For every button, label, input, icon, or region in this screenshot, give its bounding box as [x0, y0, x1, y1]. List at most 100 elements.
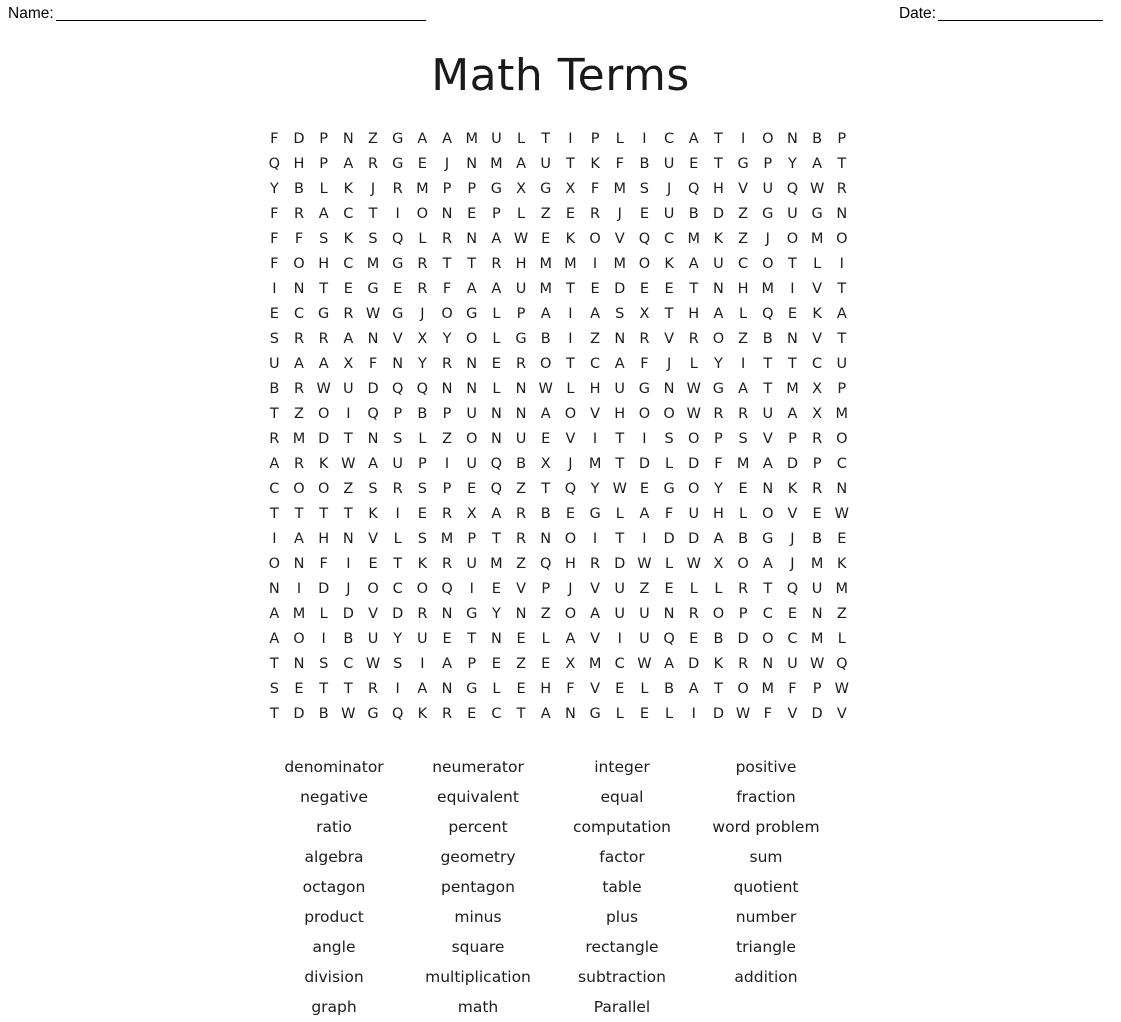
grid-letter[interactable]: I	[558, 127, 583, 152]
grid-letter[interactable]: C	[657, 227, 682, 252]
grid-letter[interactable]: E	[287, 677, 312, 702]
grid-letter[interactable]: E	[459, 202, 484, 227]
grid-letter[interactable]: V	[755, 427, 780, 452]
grid-letter[interactable]: T	[262, 702, 287, 727]
grid-letter[interactable]: E	[632, 702, 657, 727]
grid-letter[interactable]: T	[385, 552, 410, 577]
grid-letter[interactable]: M	[755, 277, 780, 302]
grid-letter[interactable]: U	[410, 627, 435, 652]
grid-letter[interactable]: Q	[262, 152, 287, 177]
grid-letter[interactable]: A	[583, 302, 608, 327]
grid-letter[interactable]: D	[607, 277, 632, 302]
grid-letter[interactable]: J	[361, 177, 386, 202]
grid-letter[interactable]: R	[385, 477, 410, 502]
grid-letter[interactable]: R	[681, 602, 706, 627]
grid-letter[interactable]: L	[509, 202, 534, 227]
grid-letter[interactable]: A	[262, 602, 287, 627]
grid-letter[interactable]: E	[632, 477, 657, 502]
grid-letter[interactable]: N	[509, 602, 534, 627]
grid-letter[interactable]: U	[657, 202, 682, 227]
grid-letter[interactable]: L	[657, 702, 682, 727]
grid-letter[interactable]: S	[385, 652, 410, 677]
grid-letter[interactable]: H	[706, 177, 731, 202]
grid-letter[interactable]: A	[681, 252, 706, 277]
grid-letter[interactable]: A	[632, 502, 657, 527]
grid-letter[interactable]: F	[583, 177, 608, 202]
grid-letter[interactable]: P	[435, 477, 460, 502]
grid-letter[interactable]: T	[829, 327, 854, 352]
grid-letter[interactable]: B	[805, 127, 830, 152]
grid-letter[interactable]: Z	[336, 477, 361, 502]
grid-letter[interactable]: L	[607, 502, 632, 527]
grid-letter[interactable]: A	[583, 602, 608, 627]
grid-letter[interactable]: U	[780, 652, 805, 677]
grid-letter[interactable]: W	[681, 377, 706, 402]
word-bank-item[interactable]: table	[550, 872, 694, 902]
grid-letter[interactable]: H	[607, 402, 632, 427]
grid-letter[interactable]: X	[632, 302, 657, 327]
grid-letter[interactable]: X	[336, 352, 361, 377]
grid-letter[interactable]: L	[533, 627, 558, 652]
grid-letter[interactable]: D	[681, 652, 706, 677]
grid-letter[interactable]: Q	[533, 552, 558, 577]
grid-letter[interactable]: U	[755, 402, 780, 427]
grid-letter[interactable]: U	[706, 252, 731, 277]
grid-letter[interactable]: G	[583, 702, 608, 727]
grid-letter[interactable]: O	[681, 427, 706, 452]
grid-letter[interactable]: P	[311, 127, 336, 152]
grid-letter[interactable]: X	[558, 652, 583, 677]
grid-letter[interactable]: O	[311, 477, 336, 502]
grid-letter[interactable]: O	[755, 627, 780, 652]
date-write-line[interactable]: ____________________	[938, 5, 1113, 23]
grid-letter[interactable]: K	[657, 252, 682, 277]
grid-letter[interactable]: S	[632, 177, 657, 202]
grid-letter[interactable]: A	[262, 452, 287, 477]
grid-letter[interactable]: I	[385, 677, 410, 702]
grid-letter[interactable]: O	[706, 602, 731, 627]
grid-letter[interactable]: G	[361, 277, 386, 302]
grid-letter[interactable]: W	[632, 652, 657, 677]
grid-letter[interactable]: E	[657, 577, 682, 602]
grid-letter[interactable]: T	[607, 427, 632, 452]
grid-letter[interactable]: R	[583, 552, 608, 577]
word-bank-item[interactable]: integer	[550, 752, 694, 782]
grid-letter[interactable]: G	[632, 377, 657, 402]
grid-letter[interactable]: E	[533, 427, 558, 452]
grid-letter[interactable]: W	[509, 227, 534, 252]
grid-letter[interactable]: R	[287, 202, 312, 227]
grid-letter[interactable]: W	[533, 377, 558, 402]
grid-letter[interactable]: I	[632, 427, 657, 452]
grid-letter[interactable]: T	[607, 452, 632, 477]
grid-letter[interactable]: G	[311, 302, 336, 327]
grid-letter[interactable]: S	[361, 227, 386, 252]
grid-letter[interactable]: Y	[583, 477, 608, 502]
word-bank-item[interactable]: quotient	[694, 872, 838, 902]
grid-letter[interactable]: A	[435, 127, 460, 152]
grid-letter[interactable]: M	[533, 277, 558, 302]
grid-letter[interactable]: I	[583, 252, 608, 277]
grid-letter[interactable]: Z	[509, 552, 534, 577]
grid-letter[interactable]: Q	[361, 402, 386, 427]
grid-letter[interactable]: I	[262, 277, 287, 302]
grid-letter[interactable]: C	[336, 652, 361, 677]
grid-letter[interactable]: M	[731, 452, 756, 477]
grid-letter[interactable]: J	[780, 527, 805, 552]
grid-letter[interactable]: E	[459, 477, 484, 502]
grid-letter[interactable]: Q	[385, 377, 410, 402]
grid-letter[interactable]: M	[607, 252, 632, 277]
grid-letter[interactable]: W	[311, 377, 336, 402]
grid-letter[interactable]: I	[435, 452, 460, 477]
grid-letter[interactable]: O	[435, 302, 460, 327]
grid-letter[interactable]: Q	[558, 477, 583, 502]
grid-letter[interactable]: C	[484, 702, 509, 727]
grid-letter[interactable]: N	[780, 327, 805, 352]
grid-letter[interactable]: A	[410, 677, 435, 702]
grid-letter[interactable]: S	[262, 327, 287, 352]
grid-letter[interactable]: R	[583, 202, 608, 227]
grid-letter[interactable]: T	[829, 152, 854, 177]
grid-letter[interactable]: V	[780, 702, 805, 727]
grid-letter[interactable]: R	[632, 327, 657, 352]
grid-letter[interactable]: T	[607, 527, 632, 552]
grid-letter[interactable]: T	[262, 502, 287, 527]
grid-letter[interactable]: E	[607, 677, 632, 702]
